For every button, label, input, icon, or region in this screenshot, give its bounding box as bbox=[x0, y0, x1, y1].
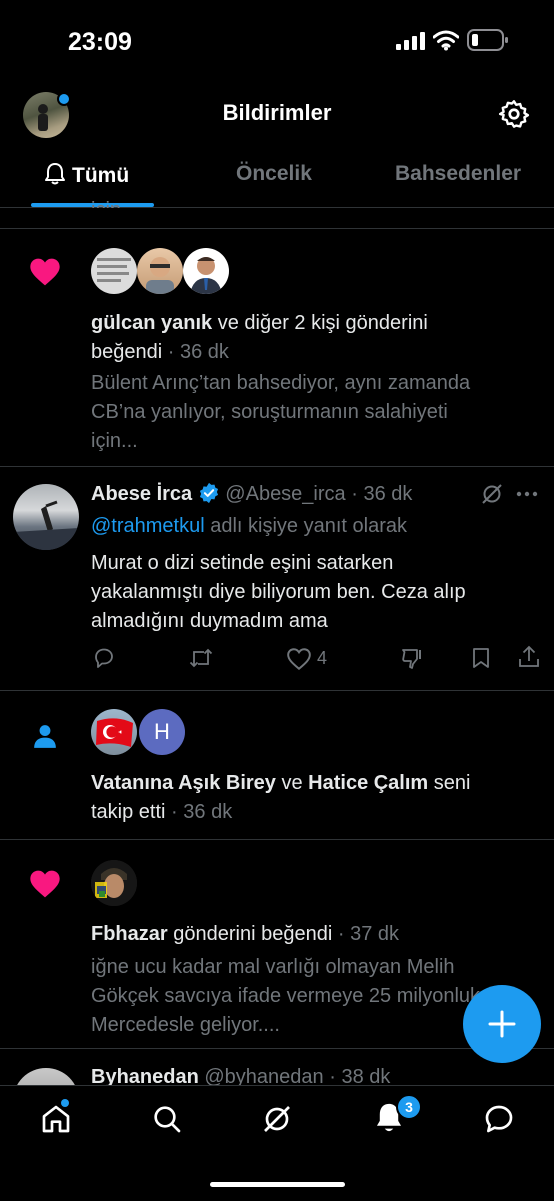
avatar-hatice[interactable]: H bbox=[139, 709, 185, 755]
more-options-icon[interactable] bbox=[516, 491, 538, 497]
person-photo-icon bbox=[190, 257, 222, 294]
preview-line: iğne ucu kadar mal varlığı olmayan Melih bbox=[91, 956, 455, 978]
bookmark-icon[interactable] bbox=[470, 646, 492, 670]
avatar-liker-3[interactable] bbox=[183, 248, 229, 294]
tab-mentions[interactable]: Bahsedenler bbox=[395, 162, 521, 186]
reply-text-line: Murat o dizi setinde eşini satarken bbox=[91, 552, 394, 574]
preview-line: CB’na yanlıyor, soruşturmanın salahiyeti bbox=[91, 401, 448, 423]
partial-preview-text: için... bbox=[91, 196, 138, 208]
battery-icon bbox=[467, 29, 508, 51]
tab-all-label: Tümü bbox=[72, 164, 130, 187]
search-icon[interactable] bbox=[151, 1103, 183, 1135]
person-photo-icon bbox=[146, 257, 174, 294]
avatar-gulcan[interactable] bbox=[91, 248, 137, 294]
tab-priority[interactable]: Öncelik bbox=[236, 162, 312, 186]
portrait-photo-icon bbox=[91, 860, 137, 906]
compose-post-button[interactable] bbox=[463, 985, 541, 1063]
conjunction: ve bbox=[281, 772, 303, 794]
dislike-icon[interactable] bbox=[400, 646, 424, 670]
liker-name[interactable]: gülcan yanık bbox=[91, 312, 212, 334]
grok-icon[interactable] bbox=[480, 482, 504, 506]
avatar-vatanina[interactable] bbox=[91, 709, 137, 755]
turkish-flag-icon bbox=[96, 718, 133, 747]
like-action-text: gönderini beğendi bbox=[173, 923, 333, 945]
person-photo-icon bbox=[13, 500, 79, 550]
home-unread-dot bbox=[61, 1099, 69, 1107]
home-icon[interactable] bbox=[40, 1103, 72, 1135]
reply-time: 36 dk bbox=[363, 483, 413, 505]
notification-divider bbox=[0, 228, 554, 229]
tab-divider bbox=[0, 207, 554, 208]
notification-count-badge: 3 bbox=[396, 1094, 422, 1120]
settings-gear-icon[interactable] bbox=[498, 98, 530, 130]
reply-to-label: adlı kişiye yanıt olarak bbox=[210, 515, 407, 537]
heart-filled-icon bbox=[30, 870, 60, 898]
bell-outline-icon bbox=[45, 163, 65, 185]
grok-icon[interactable] bbox=[261, 1103, 293, 1135]
cellular-signal-icon bbox=[396, 32, 425, 50]
preview-line: için... bbox=[91, 430, 138, 452]
like-count: 4 bbox=[317, 648, 328, 668]
separator-dot: · bbox=[171, 801, 178, 823]
notification-divider bbox=[0, 839, 554, 840]
tab-bar: Tümü Öncelik Bahsedenler bbox=[0, 150, 554, 208]
follower-name-2[interactable]: Hatice Çalım bbox=[308, 772, 428, 794]
notification-divider bbox=[0, 690, 554, 691]
avatar-liker-2[interactable] bbox=[137, 248, 183, 294]
avatar-fbhazar[interactable] bbox=[91, 860, 137, 906]
share-icon[interactable] bbox=[517, 644, 541, 670]
page-title: Bildirimler bbox=[222, 100, 332, 125]
like-action-text-2: beğendi bbox=[91, 341, 163, 363]
follower-name-1[interactable]: Vatanına Aşık Birey bbox=[91, 772, 276, 794]
person-filled-icon bbox=[34, 725, 56, 748]
reply-to-mention-link[interactable]: @trahmetkul bbox=[91, 515, 205, 537]
like-outline-icon[interactable] bbox=[286, 647, 312, 671]
notification-time: 37 dk bbox=[350, 923, 400, 945]
heart-filled-icon bbox=[30, 258, 60, 286]
reply-author-handle[interactable]: @Abese_irca bbox=[225, 483, 345, 505]
notification-time: 36 dk bbox=[183, 801, 233, 823]
notification-divider bbox=[0, 466, 554, 467]
separator-dot: · bbox=[167, 341, 175, 363]
home-indicator bbox=[210, 1182, 345, 1187]
like-action-text: ve diğer 2 kişi gönderini bbox=[217, 312, 428, 334]
liker-name[interactable]: Fbhazar bbox=[91, 923, 168, 945]
reply-text[interactable]: Murat o dizi setinde eşini satarken yaka… bbox=[91, 549, 531, 636]
notification-time: 36 dk bbox=[179, 341, 229, 363]
retweet-icon[interactable] bbox=[188, 646, 214, 670]
status-time: 23:09 bbox=[68, 28, 132, 56]
tab-all[interactable]: Tümü bbox=[44, 162, 129, 188]
reply-icon[interactable] bbox=[92, 646, 116, 670]
wifi-icon bbox=[433, 30, 459, 51]
liked-post-preview[interactable]: Bülent Arınç’tan bahsediyor, aynı zamand… bbox=[91, 369, 531, 456]
plus-icon bbox=[488, 1010, 516, 1038]
messages-icon[interactable] bbox=[483, 1103, 515, 1135]
separator-dot: · bbox=[337, 923, 345, 945]
preview-line: Bülent Arınç’tan bahsediyor, aynı zamand… bbox=[91, 372, 471, 394]
avatar-abese[interactable] bbox=[13, 484, 79, 550]
separator-dot: · bbox=[351, 483, 358, 505]
verified-badge-icon bbox=[199, 482, 218, 504]
reply-text-line: yakalanmıştı diye biliyorum ben. Ceza al… bbox=[91, 581, 466, 603]
tweet-screenshot-thumbnail-icon bbox=[97, 258, 131, 282]
reply-author-name[interactable]: Abese İrca bbox=[91, 483, 192, 505]
follow-action-text-2: takip etti bbox=[91, 801, 166, 823]
reply-text-line: almadığını duymadım ama bbox=[91, 610, 328, 632]
follow-action-text: seni bbox=[433, 772, 471, 794]
